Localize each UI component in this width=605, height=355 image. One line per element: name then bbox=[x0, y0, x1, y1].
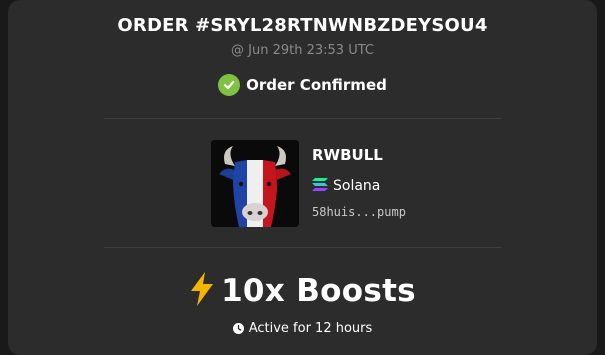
order-card: ORDER #SRYL28RTNWNBZDEYSOU4 @ Jun 29th 2… bbox=[8, 0, 597, 355]
token-name: RWBULL bbox=[312, 146, 383, 164]
order-status: Order Confirmed bbox=[8, 74, 597, 96]
divider-top bbox=[104, 118, 501, 119]
clock-icon bbox=[232, 319, 244, 338]
solana-icon bbox=[312, 176, 328, 195]
status-text: Order Confirmed bbox=[246, 76, 387, 94]
boost-duration: Active for 12 hours bbox=[8, 319, 597, 338]
duration-text: Active for 12 hours bbox=[248, 321, 373, 336]
boost-label: 10x Boosts bbox=[221, 273, 416, 309]
lightning-icon bbox=[189, 272, 215, 310]
bull-image bbox=[211, 140, 299, 227]
token-chain: Solana bbox=[312, 176, 380, 195]
token-address[interactable]: 58huis...pump bbox=[312, 205, 406, 219]
page: ORDER #SRYL28RTNWNBZDEYSOU4 @ Jun 29th 2… bbox=[0, 0, 605, 355]
check-circle-icon bbox=[218, 74, 241, 96]
order-timestamp: @ Jun 29th 23:53 UTC bbox=[231, 43, 374, 58]
chain-name: Solana bbox=[333, 177, 381, 194]
order-title: ORDER #SRYL28RTNWNBZDEYSOU4 bbox=[117, 15, 488, 36]
boost-summary: 10x Boosts bbox=[8, 272, 597, 310]
divider-bottom bbox=[104, 247, 501, 248]
